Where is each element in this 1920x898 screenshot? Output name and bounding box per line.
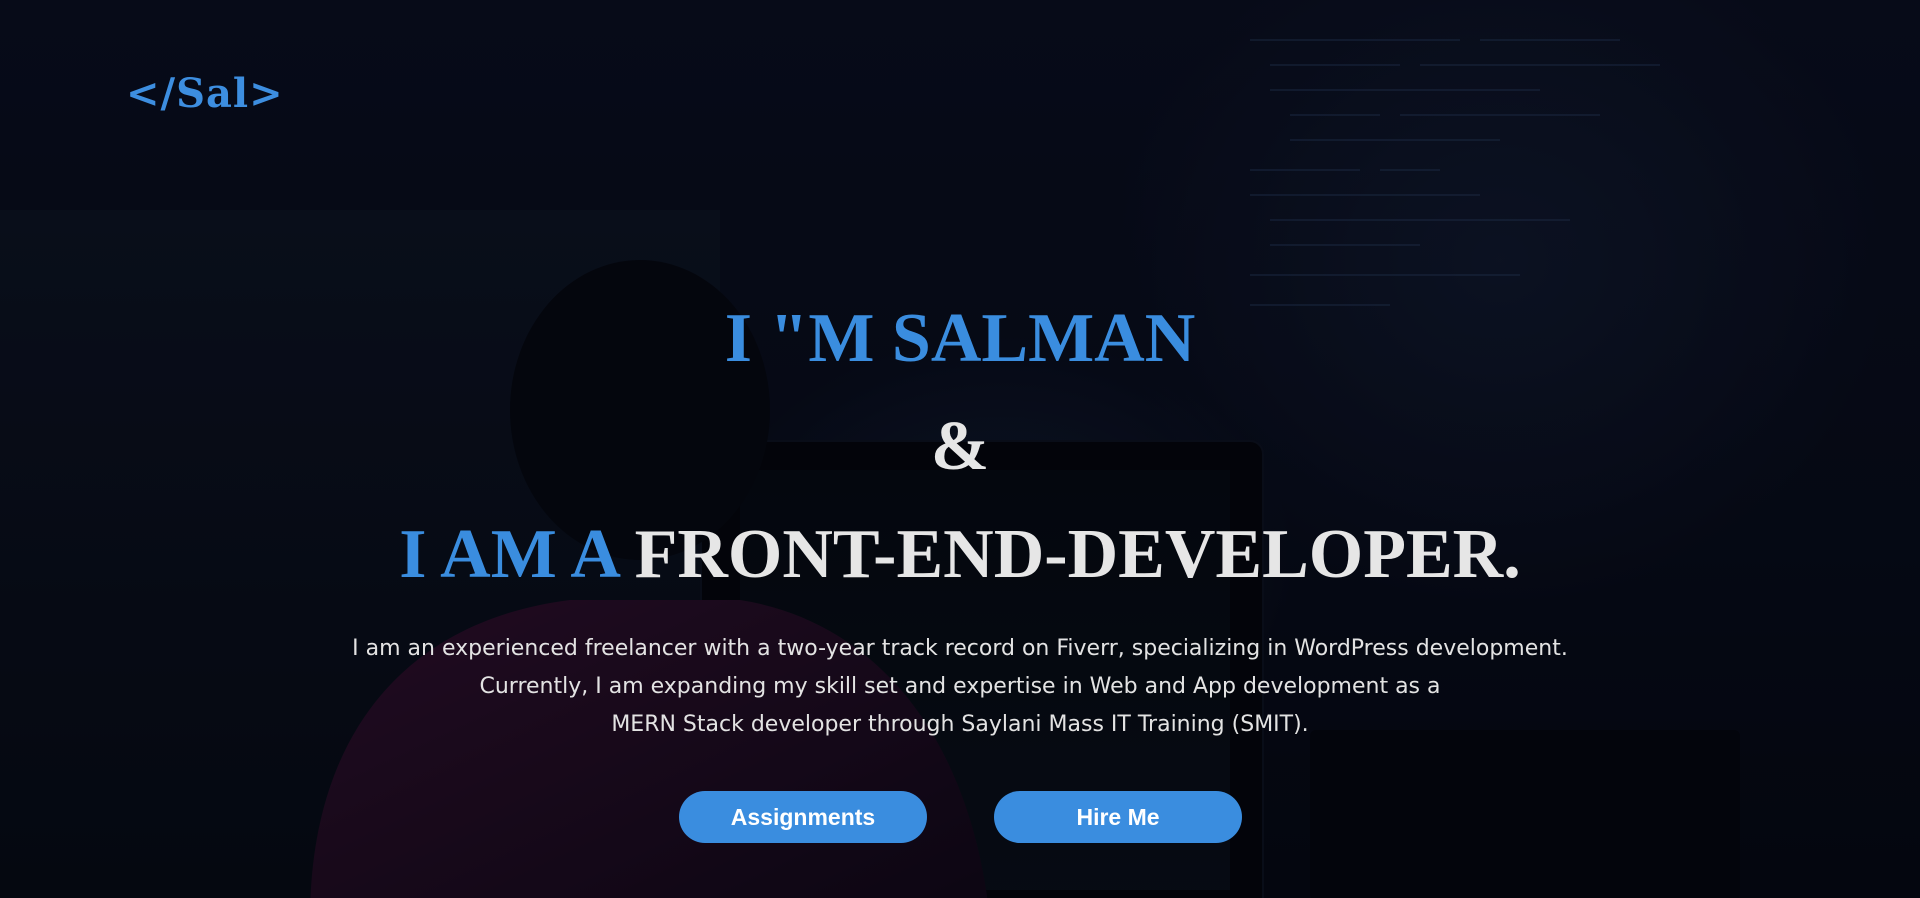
role-prefix: I AM A [399, 516, 618, 593]
hero-ampersand: & [930, 408, 990, 485]
intro-line: MERN Stack developer through Saylani Mas… [611, 712, 1309, 737]
hero-intro-text: I am an experienced freelancer with a tw… [0, 630, 1920, 744]
site-logo[interactable]: </Sal> [126, 74, 284, 114]
assignments-button[interactable]: Assignments [679, 791, 927, 843]
hire-me-button[interactable]: Hire Me [994, 791, 1242, 843]
hero-role-heading: I AM A FRONT-END-DEVELOPER. [0, 520, 1920, 590]
role-title: FRONT-END-DEVELOPER. [634, 516, 1521, 593]
hero-name-heading: I "M SALMAN [724, 300, 1196, 377]
intro-line: I am an experienced freelancer with a tw… [352, 636, 1568, 661]
intro-line: Currently, I am expanding my skill set a… [479, 674, 1441, 699]
hero-section: </Sal> I "M SALMAN & I AM A FRONT-END-DE… [0, 0, 1920, 898]
